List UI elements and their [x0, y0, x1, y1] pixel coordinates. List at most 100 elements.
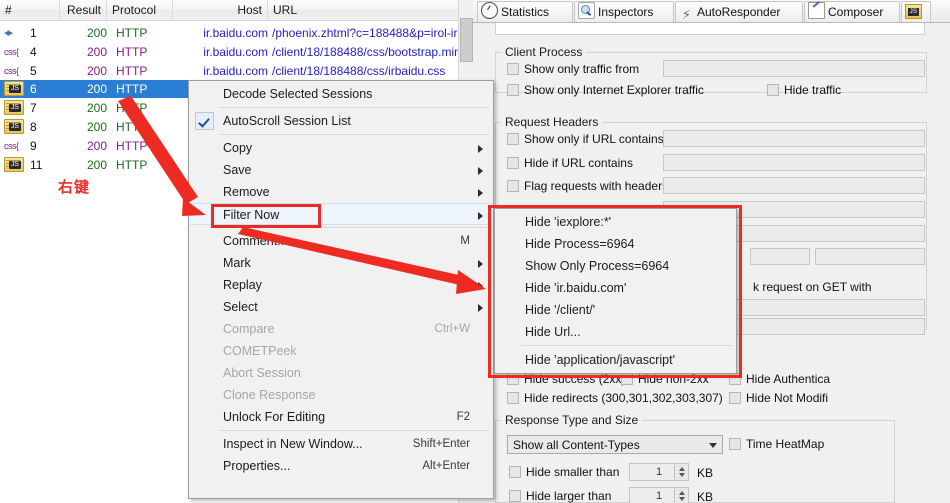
- menu-item-comment[interactable]: Comment... M: [190, 230, 492, 252]
- stepper-buttons[interactable]: [674, 464, 688, 480]
- checkbox-box[interactable]: [729, 373, 741, 385]
- checkbox-time-heatmap[interactable]: Time HeatMap: [729, 437, 824, 452]
- submenu-item-hide-host[interactable]: Hide 'ir.baidu.com': [496, 277, 735, 299]
- document-icon: ◂▸: [4, 26, 13, 39]
- menu-item-inspect-in-new-window[interactable]: Inspect in New Window... Shift+Enter: [190, 433, 492, 455]
- column-header-host[interactable]: Host: [173, 0, 268, 20]
- menu-item-accelerator: Alt+Enter: [422, 460, 470, 472]
- css-file-icon: css{: [4, 65, 19, 76]
- input-request-header-small-2[interactable]: [815, 248, 925, 265]
- menu-item-unlock-for-editing[interactable]: Unlock For Editing F2: [190, 406, 492, 428]
- table-row[interactable]: ◂▸ 1 200 HTTP ir.baidu.com /phoenix.zhtm…: [0, 24, 473, 42]
- menu-item-properties[interactable]: Properties... Alt+Enter: [190, 455, 492, 477]
- checkbox-box[interactable]: [509, 466, 521, 478]
- checkbox-box[interactable]: [507, 63, 519, 75]
- checkbox-box[interactable]: [509, 490, 521, 502]
- submenu-item-hide-path[interactable]: Hide '/client/': [496, 299, 735, 321]
- checkbox-box[interactable]: [507, 133, 519, 145]
- checkbox-show-only-if-url-contains[interactable]: Show only if URL contains: [507, 132, 664, 147]
- row-host: ir.baidu.com: [203, 26, 268, 40]
- checkbox-box[interactable]: [729, 392, 741, 404]
- column-header-result[interactable]: Result: [60, 0, 107, 20]
- stepper-smaller-than[interactable]: 1: [629, 463, 689, 481]
- checkbox-box[interactable]: [507, 84, 519, 96]
- row-number: 7: [30, 101, 37, 115]
- menu-separator: [219, 134, 489, 135]
- checkbox-box[interactable]: [507, 373, 519, 385]
- menu-item-accelerator: F2: [456, 411, 470, 423]
- menu-item-accelerator: M: [460, 235, 470, 247]
- checkbox-hide-larger-than[interactable]: Hide larger than: [509, 489, 611, 503]
- input-flag-headers[interactable]: [663, 177, 925, 194]
- checkbox-box[interactable]: [507, 180, 519, 192]
- column-header-protocol[interactable]: Protocol: [107, 0, 173, 20]
- menu-item-mark[interactable]: Mark: [190, 252, 492, 274]
- menu-item-filter-now[interactable]: Filter Now: [190, 203, 492, 225]
- menu-item-autoscroll-session-list[interactable]: AutoScroll Session List: [190, 110, 492, 132]
- select-content-type[interactable]: Show all Content-Types: [507, 435, 723, 454]
- column-header-url[interactable]: URL: [268, 0, 473, 20]
- tab-fiddlerscript[interactable]: JS: [901, 1, 931, 22]
- submenu-item-hide-process[interactable]: Hide Process=6964: [496, 233, 735, 255]
- checkbox-box[interactable]: [507, 157, 519, 169]
- input-traffic-from[interactable]: [663, 60, 925, 77]
- row-protocol: HTTP: [116, 120, 148, 134]
- js-file-icon: JS: [4, 80, 30, 98]
- checkbox-flag-requests-with-headers[interactable]: Flag requests with headers: [507, 179, 668, 194]
- input-url-contains[interactable]: [663, 130, 925, 147]
- menu-item-label: Abort Session: [223, 366, 301, 380]
- submenu-item-hide-iexplore[interactable]: Hide 'iexplore:*': [496, 211, 735, 233]
- row-url: /phoenix.zhtml?c=188488&p=irol-irhom: [272, 26, 473, 40]
- menu-item-save[interactable]: Save: [190, 159, 492, 181]
- menu-item-clone-response: Clone Response: [190, 384, 492, 406]
- checkbox-hide-authentication[interactable]: Hide Authentica: [729, 372, 830, 387]
- column-header-number[interactable]: #: [0, 0, 60, 20]
- menu-item-decode-selected-sessions[interactable]: Decode Selected Sessions: [190, 83, 492, 105]
- checkbox-hide-redirects[interactable]: Hide redirects (300,301,302,303,307): [507, 391, 723, 406]
- input-hide-url-contains[interactable]: [663, 154, 925, 171]
- checkbox-hide-not-modified[interactable]: Hide Not Modifi: [729, 391, 828, 406]
- stepper-buttons[interactable]: [674, 488, 688, 503]
- row-number: 1: [30, 26, 37, 40]
- checkbox-hide-success-2xx[interactable]: Hide success (2xx): [507, 372, 625, 387]
- menu-item-select[interactable]: Select: [190, 296, 492, 318]
- checkbox-show-only-ie-traffic[interactable]: Show only Internet Explorer traffic: [507, 83, 704, 98]
- checkbox-label: Hide non-2xx: [638, 372, 709, 386]
- chevron-down-icon: [709, 443, 717, 448]
- chevron-right-icon: [478, 282, 483, 290]
- submenu-item-show-only-process[interactable]: Show Only Process=6964: [496, 255, 735, 277]
- checkbox-hide-traffic[interactable]: Hide traffic: [767, 83, 841, 98]
- session-context-menu[interactable]: Decode Selected Sessions AutoScroll Sess…: [188, 80, 494, 499]
- menu-item-label: Decode Selected Sessions: [223, 87, 373, 101]
- menu-item-remove[interactable]: Remove: [190, 181, 492, 203]
- tab-composer[interactable]: Composer: [804, 1, 900, 22]
- checkbox-box[interactable]: [507, 392, 519, 404]
- table-row[interactable]: css{ 5 200 HTTP ir.baidu.com /client/18/…: [0, 62, 473, 80]
- checkbox-box[interactable]: [621, 373, 633, 385]
- clock-icon: [481, 2, 498, 19]
- checkbox-box[interactable]: [729, 438, 741, 450]
- stepper-larger-than[interactable]: 1: [629, 487, 689, 503]
- menu-item-replay[interactable]: Replay: [190, 274, 492, 296]
- checkbox-label: Hide Authentica: [746, 372, 831, 386]
- checkbox-show-only-traffic-from[interactable]: Show only traffic from: [507, 62, 639, 77]
- checkbox-hide-non-2xx[interactable]: Hide non-2xx: [621, 372, 709, 387]
- checkbox-hide-if-url-contains[interactable]: Hide if URL contains: [507, 156, 633, 171]
- scrollbar-thumb[interactable]: [460, 18, 473, 62]
- submenu-item-hide-url[interactable]: Hide Url...: [496, 321, 735, 343]
- row-result: 200: [86, 26, 107, 40]
- filter-now-submenu[interactable]: Hide 'iexplore:*' Hide Process=6964 Show…: [494, 208, 737, 374]
- checkbox-box[interactable]: [767, 84, 779, 96]
- group-title-client-process: Client Process: [501, 45, 587, 59]
- tab-autoresponder[interactable]: ⚡ AutoResponder: [675, 1, 803, 22]
- tab-statistics[interactable]: Statistics: [477, 1, 573, 22]
- input-request-header-small-1[interactable]: [750, 248, 810, 265]
- menu-item-label: Copy: [223, 141, 253, 155]
- checkbox-label: Show only traffic from: [524, 62, 640, 76]
- tab-inspectors[interactable]: Inspectors: [574, 1, 674, 22]
- menu-item-copy[interactable]: Copy: [190, 137, 492, 159]
- submenu-item-hide-content-type[interactable]: Hide 'application/javascript': [496, 349, 735, 371]
- table-row[interactable]: css{ 4 200 HTTP ir.baidu.com /client/18/…: [0, 43, 473, 61]
- menu-item-label: Unlock For Editing: [223, 410, 326, 424]
- checkbox-hide-smaller-than[interactable]: Hide smaller than: [509, 465, 619, 480]
